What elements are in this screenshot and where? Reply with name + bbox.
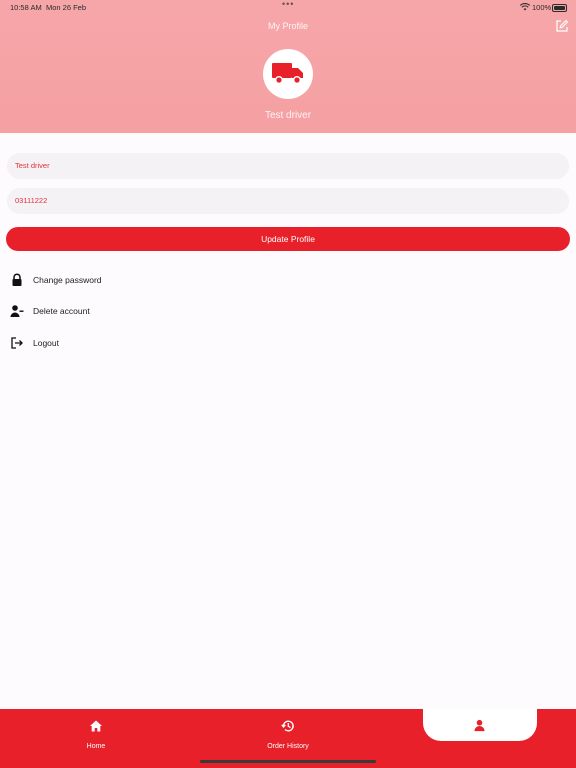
avatar bbox=[263, 49, 313, 99]
name-field[interactable]: Test driver bbox=[7, 153, 569, 179]
status-date: Mon 26 Feb bbox=[46, 3, 87, 12]
nav-profile[interactable] bbox=[423, 709, 537, 741]
truck-icon bbox=[272, 63, 303, 84]
menu-label: Logout bbox=[33, 338, 59, 348]
status-time: 10:58 AM bbox=[10, 3, 42, 12]
nav-history-label: Order History bbox=[267, 743, 309, 750]
history-icon bbox=[281, 720, 294, 732]
lock-icon bbox=[12, 273, 22, 286]
menu-item-delete-account[interactable]: Delete account bbox=[10, 304, 210, 320]
nav-home[interactable]: Home bbox=[66, 709, 126, 768]
home-indicator[interactable] bbox=[200, 760, 376, 763]
wifi-icon bbox=[520, 3, 530, 11]
battery-icon bbox=[552, 4, 567, 12]
logout-icon bbox=[11, 337, 23, 349]
driver-name: Test driver bbox=[264, 110, 312, 121]
status-bar: 10:58 AM Mon 26 Feb ••• 100% bbox=[0, 0, 576, 14]
update-profile-button[interactable]: Update Profile bbox=[6, 227, 570, 251]
nav-home-label: Home bbox=[86, 743, 106, 750]
menu-item-change-password[interactable]: Change password bbox=[10, 273, 210, 289]
multitask-dots-icon[interactable]: ••• bbox=[282, 0, 294, 9]
page-title: My Profile bbox=[267, 21, 308, 31]
menu-label: Change password bbox=[33, 275, 102, 285]
user-icon bbox=[474, 719, 485, 732]
menu-item-logout[interactable]: Logout bbox=[10, 336, 210, 352]
home-icon bbox=[90, 720, 102, 732]
menu-label: Delete account bbox=[33, 306, 90, 316]
profile-header: 10:58 AM Mon 26 Feb ••• 100% My Profile … bbox=[0, 0, 576, 133]
phone-field[interactable]: 03111222 bbox=[7, 188, 569, 214]
user-minus-icon bbox=[10, 305, 24, 317]
battery-percent: 100% bbox=[532, 3, 552, 12]
edit-icon[interactable] bbox=[555, 19, 569, 33]
